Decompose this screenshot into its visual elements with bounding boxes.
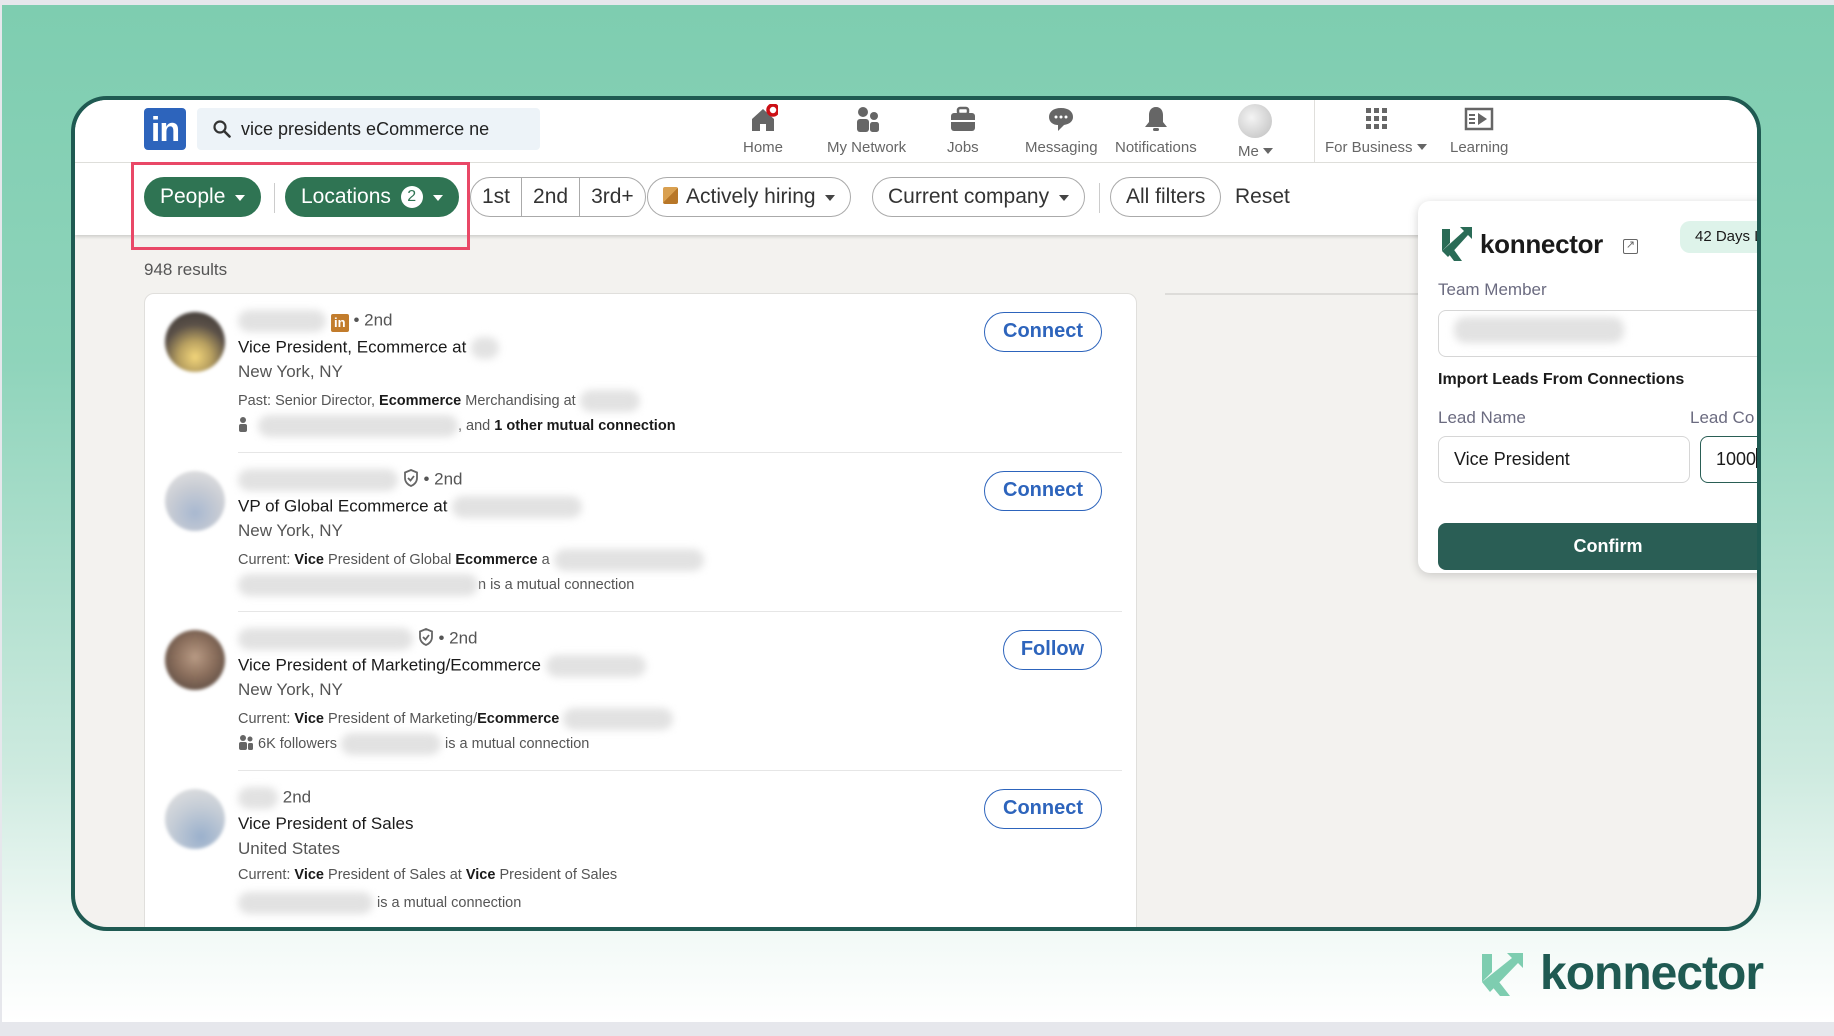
mutual-connections: n is a mutual connection [238,574,634,596]
team-member-select[interactable] [1438,310,1757,357]
connection-degree-filter: 1st 2nd 3rd+ [470,177,646,217]
chevron-down-icon [1262,148,1273,154]
mutual-connections: 6K followers is a mutual connection [238,733,589,755]
list-item[interactable]: • 2nd VP of Global Ecommerce at New York… [145,453,1136,612]
chat-icon [1049,108,1074,131]
search-input[interactable]: vice presidents eCommerce ne [197,108,540,150]
current-company-filter-button[interactable]: Current company [872,177,1085,217]
result-location: United States [238,839,341,858]
trial-days-badge: 42 Days L [1680,221,1757,253]
result-headline[interactable]: Vice President of Sales [238,814,413,833]
degree-2nd-button[interactable]: 2nd [522,178,581,216]
linkedin-premium-icon: in [330,314,349,333]
reset-button[interactable]: Reset [1235,177,1290,217]
konnector-logo-icon [1482,953,1523,996]
degree-1st-button[interactable]: 1st [471,178,523,216]
redacted-name [238,310,326,332]
konnector-footer-brand: konnector [1540,947,1764,1000]
avatar[interactable] [165,789,225,849]
list-item[interactable]: • 2nd Vice President of Marketing/Ecomme… [145,612,1136,771]
nav-jobs[interactable]: Jobs [947,104,979,156]
verified-shield-icon [418,628,433,647]
nav-me[interactable]: Me [1238,104,1273,160]
people-icon [239,734,253,750]
redacted-name [238,628,413,650]
play-icon [1464,107,1494,131]
verified-shield-icon [403,469,418,488]
avatar[interactable] [165,312,225,372]
result-location: New York, NY [238,521,343,540]
result-headline[interactable]: Vice President, Ecommerce at [238,337,466,356]
redacted-team-member [1454,317,1624,343]
follow-button[interactable]: Follow [1003,630,1102,670]
avatar [1238,104,1273,138]
followers-count: 6K followers [258,735,337,752]
nav-messaging[interactable]: Messaging [1025,104,1098,156]
people-icon [239,416,247,432]
nav-notifications[interactable]: Notifications [1115,104,1197,156]
chevron-down-icon [825,195,836,201]
nav-my-network[interactable]: My Network [827,104,906,156]
connect-button[interactable]: Connect [984,789,1102,829]
lead-count-input[interactable]: 1000 [1700,436,1757,483]
sidebar-divider [1165,293,1425,295]
lead-count-label: Lead Co [1690,408,1755,427]
result-detail: Current: Vice President of Sales at Vice… [238,867,618,883]
search-results-list: in • 2nd Vice President, Ecommerce at Ne… [144,293,1137,927]
briefcase-icon [950,106,975,131]
avatar[interactable] [165,630,225,690]
linkedin-logo[interactable]: in [144,108,186,150]
confirm-button[interactable]: Confirm [1438,523,1757,570]
all-filters-button[interactable]: All filters [1110,177,1222,217]
actively-hiring-filter-button[interactable]: Actively hiring [647,177,852,217]
list-item[interactable]: in • 2nd Vice President, Ecommerce at Ne… [145,294,1136,453]
konnector-logo-icon [1442,227,1472,261]
konnector-brand: konnector [1480,229,1603,259]
filter-divider [1099,183,1100,213]
mutual-connections: is a mutual connection [238,892,521,914]
chevron-down-icon [1058,195,1069,201]
konnector-extension-panel: konnector ↗ 42 Days L Team Member Import… [1418,201,1757,573]
home-icon [752,104,778,131]
result-headline[interactable]: Vice President of Marketing/Ecommerce [238,655,541,674]
result-headline[interactable]: VP of Global Ecommerce at [238,496,447,515]
mutual-connections: , and 1 other mutual connection [238,415,676,437]
search-icon [213,120,231,138]
team-member-label: Team Member [1438,280,1547,299]
lead-name-input[interactable]: Vice President [1438,436,1690,483]
result-detail: Past: Senior Director, Ecommerce Merchan… [238,390,640,412]
redacted-name [238,469,398,491]
degree-3rd-button[interactable]: 3rd+ [580,178,645,216]
nav-for-business[interactable]: For Business [1325,104,1427,156]
result-detail: Current: Vice President of Marketing/Eco… [238,708,674,730]
import-leads-section-title: Import Leads From Connections [1438,371,1685,388]
list-item[interactable]: 2nd Vice President of Sales United State… [145,771,1136,927]
result-location: New York, NY [238,680,343,699]
redacted-name [238,787,278,809]
results-count: 948 results [144,260,228,279]
filter-highlight-annotation [131,162,470,250]
text-cursor [1756,448,1757,468]
external-link-icon[interactable]: ↗ [1623,239,1638,254]
browser-frame: in vice presidents eCommerce ne Home My … [71,96,1761,931]
result-detail: Current: Vice President of Global Ecomme… [238,549,704,571]
chevron-down-icon [1416,144,1427,150]
lead-name-label: Lead Name [1438,408,1526,427]
hiring-icon [663,187,678,204]
nav-learning[interactable]: Learning [1450,104,1508,156]
linkedin-top-nav: in vice presidents eCommerce ne Home My … [75,100,1757,163]
result-location: New York, NY [238,362,343,381]
search-query: vice presidents eCommerce ne [241,119,490,139]
nav-divider [1314,100,1315,163]
bell-icon [1144,107,1167,131]
connect-button[interactable]: Connect [984,471,1102,511]
network-icon [856,107,879,132]
grid-icon [1365,108,1387,129]
avatar[interactable] [165,471,225,531]
connect-button[interactable]: Connect [984,312,1102,352]
nav-home[interactable]: Home [743,104,783,156]
